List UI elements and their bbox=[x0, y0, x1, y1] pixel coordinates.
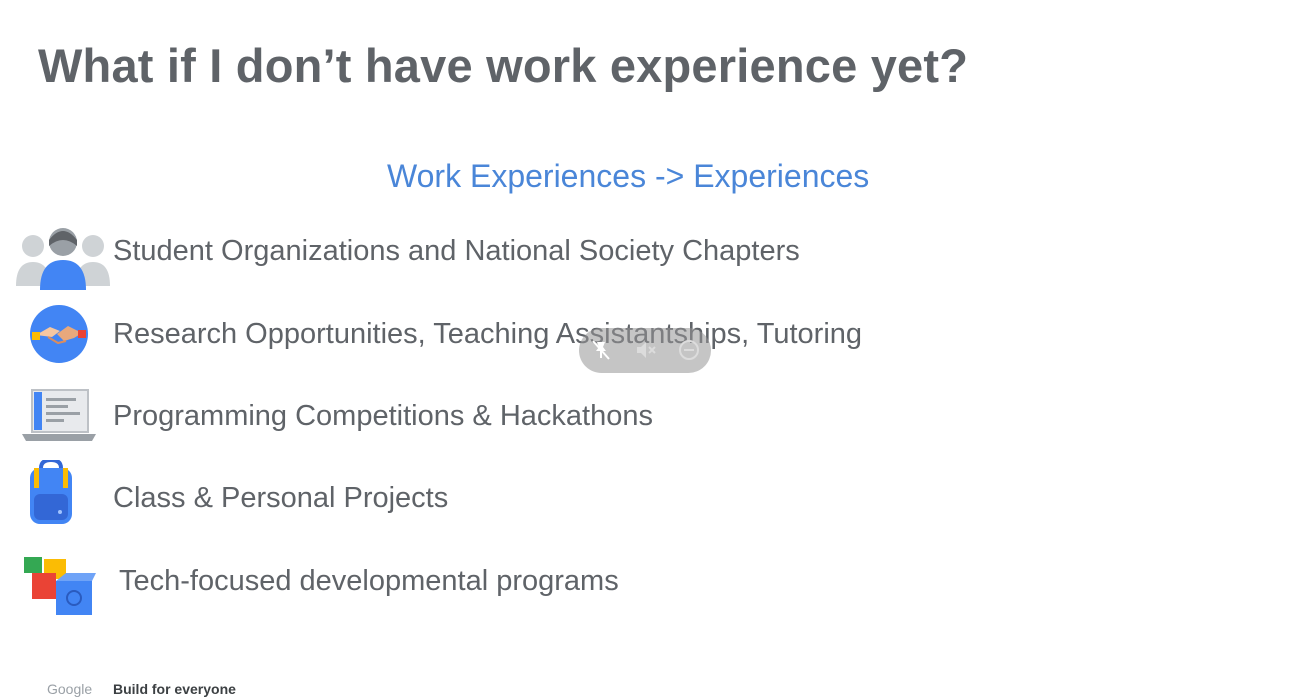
list-item-competitions: Programming Competitions & Hackathons bbox=[113, 400, 653, 432]
laptop-icon bbox=[22, 389, 96, 441]
list-item-dev-programs: Tech-focused developmental programs bbox=[119, 565, 619, 597]
media-controls bbox=[579, 328, 711, 373]
people-group-icon bbox=[16, 228, 110, 290]
footer-tagline: Build for everyone bbox=[113, 681, 236, 697]
backpack-icon bbox=[30, 460, 72, 524]
list-item-projects: Class & Personal Projects bbox=[113, 482, 449, 514]
list-item-research: Research Opportunities, Teaching Assista… bbox=[113, 318, 863, 350]
slide-title: What if I don’t have work experience yet… bbox=[38, 39, 969, 92]
google-logo: Google bbox=[47, 681, 93, 697]
list-item-student-orgs: Student Organizations and National Socie… bbox=[113, 235, 800, 267]
pin-off-icon[interactable] bbox=[588, 337, 614, 363]
mute-icon[interactable] bbox=[632, 337, 658, 363]
handshake-icon bbox=[30, 305, 88, 363]
slide-subtitle: Work Experiences -> Experiences bbox=[387, 158, 870, 194]
minimize-icon[interactable] bbox=[676, 337, 702, 363]
building-blocks-icon bbox=[24, 557, 96, 615]
